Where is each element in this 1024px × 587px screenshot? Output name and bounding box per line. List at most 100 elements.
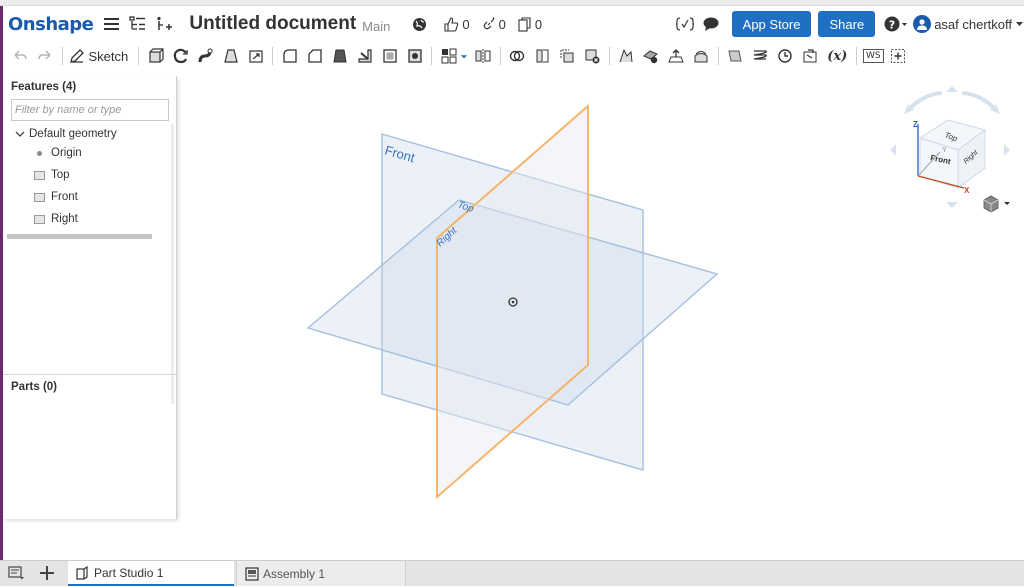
chevron-down-icon [461,55,468,59]
user-icon [917,19,928,30]
link-icon [483,17,494,30]
vertical-scrollbar[interactable] [171,124,174,404]
help-icon[interactable]: ? [883,13,909,35]
sketch-button[interactable]: Sketch [69,48,129,64]
feature-front[interactable]: Front [34,191,78,203]
plane-icon [34,192,45,202]
thicken-icon [249,50,263,63]
add-feature-icon[interactable] [153,13,175,35]
clock-icon [778,49,792,63]
feature-label: Origin [51,147,82,159]
pattern-dropdown[interactable] [459,45,469,67]
feature-filter-input[interactable]: Filter by name or type [11,99,169,121]
feature-list-panel: Features (4) Filter by name or type Defa… [3,76,177,519]
links-count: 0 [498,16,506,32]
delete-face-button[interactable] [640,45,662,67]
render-mode-menu[interactable] [983,195,1010,213]
mirror-button[interactable] [472,45,494,67]
thumbs-up-icon [444,16,459,32]
view-cube[interactable]: Top Front Right Z X Y [880,80,1020,215]
derived-button[interactable] [799,45,821,67]
x-axis-label: X [964,186,970,195]
move-face-button[interactable] [665,45,687,67]
insert-tab-button[interactable] [39,564,55,587]
revolve-button[interactable] [170,45,192,67]
copies-count: 0 [534,16,543,32]
user-menu[interactable]: asaf chertkoff [913,15,1024,33]
share-button[interactable]: Share [818,11,876,37]
boolean-button[interactable] [506,45,528,67]
panel-divider[interactable] [3,374,177,375]
extrude-button[interactable] [145,45,167,67]
copies-counter[interactable]: 0 [518,17,542,32]
chevron-down-icon [15,131,25,137]
z-axis-label: Z [913,120,918,129]
pattern-button[interactable] [438,45,460,67]
hole-button[interactable] [404,45,426,67]
toolbar-divider [499,47,501,65]
tab-assembly-1[interactable]: Assembly 1 [236,561,406,586]
split-surface-button[interactable] [615,45,637,67]
transform-icon [560,49,574,63]
toolbar-divider [608,47,610,65]
replace-face-button[interactable] [690,45,712,67]
plane-button[interactable] [724,45,746,67]
loft-button[interactable] [220,45,242,67]
rotate-left-arrow[interactable] [890,144,896,156]
features-title: Features (4) [11,81,77,93]
thicken-button[interactable] [245,45,267,67]
horizontal-scrollbar[interactable] [7,234,152,239]
app-store-button[interactable]: App Store [731,11,812,37]
redo-button[interactable] [34,45,56,67]
sketch-label: Sketch [88,48,129,64]
comments-icon[interactable] [700,13,722,35]
redo-icon [38,50,51,60]
toolbar-divider [272,47,274,65]
feature-toolbar: Sketch (x) WS [3,42,1024,70]
feature-origin[interactable]: Origin [34,147,82,159]
rib-button[interactable] [354,45,376,67]
pencil-icon [69,49,84,63]
roll-left-arrow[interactable] [908,91,943,110]
delete-part-button[interactable] [581,45,603,67]
measure-button[interactable] [774,45,796,67]
transform-button[interactable] [556,45,578,67]
variables-icon[interactable] [674,13,696,35]
add-custom-feature-button[interactable] [887,45,909,67]
default-geometry-folder[interactable]: Default geometry [15,128,117,140]
undo-icon [14,50,27,60]
draft-button[interactable] [329,45,351,67]
hole-icon [408,49,422,63]
tab-manager-button[interactable] [8,565,26,586]
rotate-up-arrow[interactable] [946,86,958,92]
globe-icon[interactable] [408,13,430,35]
variable-button[interactable]: (x) [824,45,850,67]
onshape-logo[interactable]: Onshape [8,14,94,35]
rotate-right-arrow[interactable] [1004,144,1010,156]
menu-icon[interactable] [101,13,123,35]
sweep-button[interactable] [195,45,217,67]
surface-icon [619,48,633,63]
document-title[interactable]: Untitled document [189,13,356,35]
branch-label[interactable]: Main [362,19,390,34]
feature-list-icon[interactable] [127,13,149,35]
rotate-down-arrow[interactable] [946,202,958,208]
fillet-button[interactable] [279,45,301,67]
helix-button[interactable] [749,45,771,67]
split-button[interactable] [531,45,553,67]
roll-right-arrow[interactable] [961,91,996,110]
undo-button[interactable] [9,45,31,67]
toolbar-divider [138,47,140,65]
feature-top[interactable]: Top [34,169,70,181]
toolbar-divider [431,47,433,65]
chamfer-button[interactable] [304,45,326,67]
shell-button[interactable] [379,45,401,67]
likes-counter[interactable]: 0 [444,16,470,32]
links-counter[interactable]: 0 [482,17,506,32]
delete-face-icon [643,50,659,64]
feature-right[interactable]: Right [34,213,78,225]
copy-icon [518,16,531,32]
tab-part-studio-1[interactable]: Part Studio 1 [68,561,234,586]
tab-label: Assembly 1 [263,566,326,581]
workspace-units-button[interactable]: WS [862,45,884,67]
